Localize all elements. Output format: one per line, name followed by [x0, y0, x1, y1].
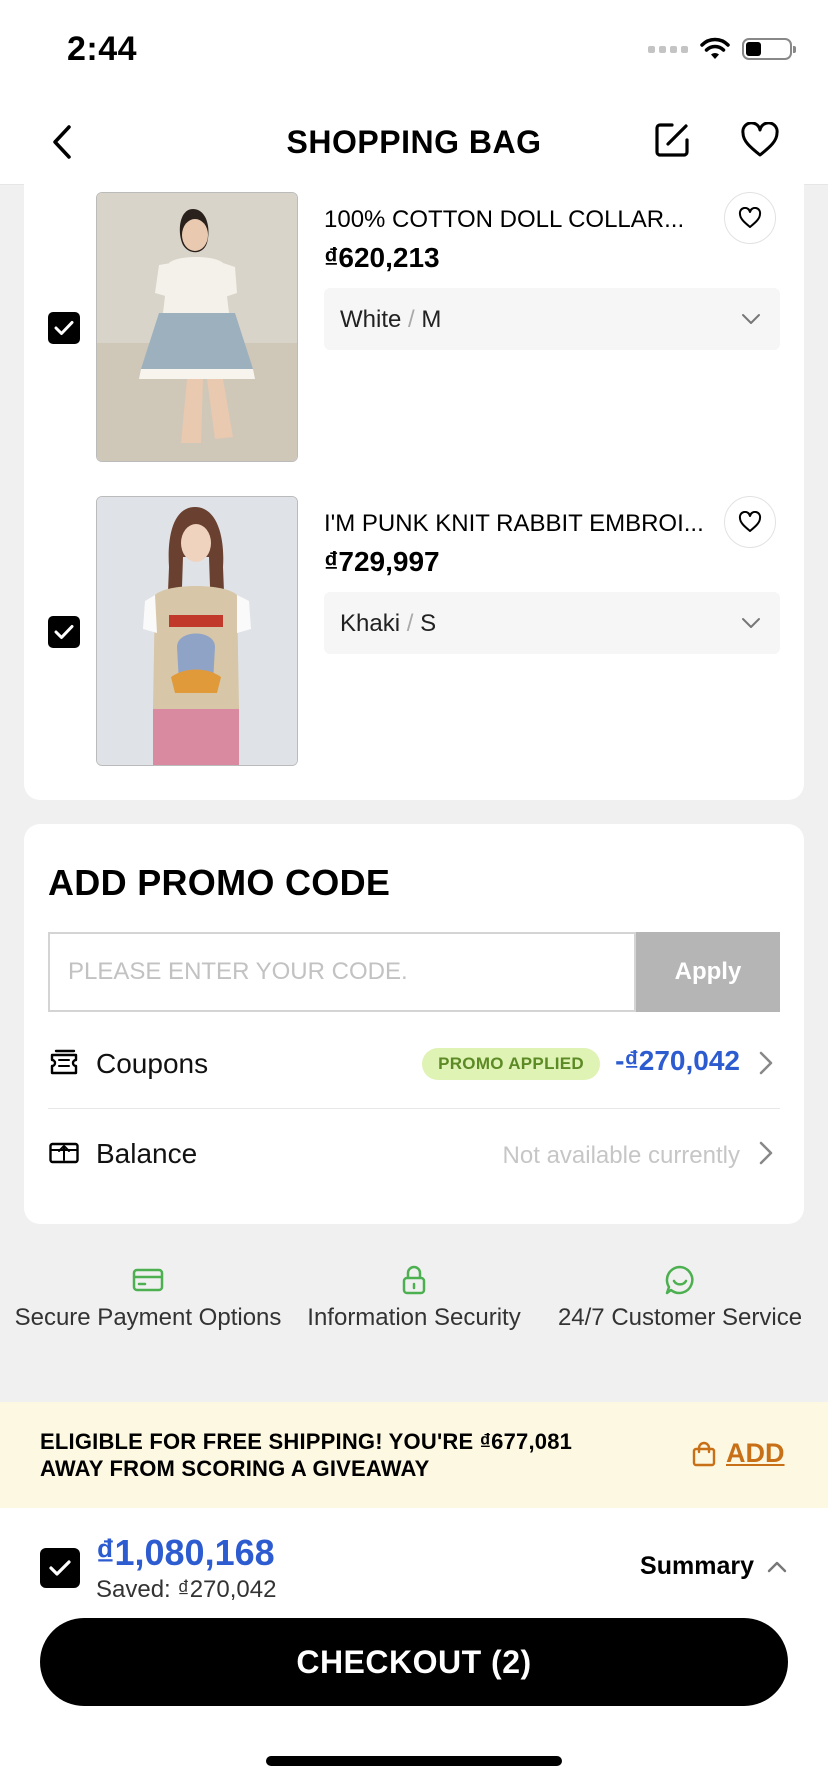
- battery-icon: [742, 38, 796, 60]
- wishlist-button[interactable]: [736, 116, 784, 164]
- chat-bubble-icon: [665, 1265, 694, 1295]
- product-price: ₫729,997: [324, 546, 440, 577]
- apply-button[interactable]: Apply: [636, 932, 780, 1012]
- coupon-discount: -₫270,042: [615, 1045, 740, 1076]
- item-checkbox[interactable]: [48, 312, 80, 344]
- edit-button[interactable]: [648, 116, 696, 164]
- product-price: ₫620,213: [324, 242, 440, 273]
- heart-icon: [738, 207, 762, 228]
- promo-code-input[interactable]: PLEASE ENTER YOUR CODE.: [48, 932, 636, 1012]
- promo-applied-badge: PROMO APPLIED: [422, 1048, 600, 1080]
- chevron-up-icon: [767, 1561, 787, 1572]
- assurance-label: 24/7 Customer Service: [557, 1304, 803, 1331]
- add-more-link[interactable]: ADD: [690, 1438, 785, 1469]
- page-title: SHOPPING BAG: [286, 124, 542, 160]
- promo-code-placeholder: PLEASE ENTER YOUR CODE.: [68, 958, 408, 985]
- wallet-icon: [49, 1142, 79, 1164]
- balance-value: Not available currently: [502, 1142, 740, 1169]
- saved-amount: Saved: ₫270,042: [96, 1576, 277, 1603]
- nav-bar: SHOPPING BAG: [0, 100, 828, 185]
- item-wishlist-button[interactable]: [724, 496, 776, 548]
- product-name[interactable]: 100% COTTON DOLL COLLAR...: [324, 206, 704, 234]
- product-image[interactable]: [96, 496, 298, 766]
- select-all-checkbox[interactable]: [40, 1548, 80, 1588]
- checkmark-icon: [49, 1560, 71, 1576]
- coupons-label: Coupons: [96, 1048, 209, 1079]
- product-photo-knit-vest-icon: [97, 497, 297, 765]
- cart-items-card: 100% COTTON DOLL COLLAR... ₫620,213 Whit…: [24, 184, 804, 800]
- checkmark-icon: [54, 321, 74, 335]
- assurance-secure-payment: Secure Payment Options: [10, 1262, 286, 1332]
- product-photo-cotton-top-icon: [97, 193, 297, 461]
- chevron-right-icon: [759, 1051, 773, 1075]
- product-image[interactable]: [96, 192, 298, 462]
- status-icons: [648, 36, 796, 62]
- cart-item: I'M PUNK KNIT RABBIT EMBROI... ₫729,997 …: [24, 496, 804, 768]
- coupons-row[interactable]: Coupons PROMO APPLIED -₫270,042: [48, 1018, 780, 1108]
- variant-value: Khaki / S: [340, 610, 437, 637]
- variant-dropdown[interactable]: Khaki / S: [324, 592, 780, 654]
- heart-icon: [741, 122, 779, 157]
- checkout-button[interactable]: CHECKOUT (2): [40, 1618, 788, 1706]
- summary-toggle[interactable]: Summary: [640, 1552, 788, 1581]
- credit-card-icon: [132, 1268, 164, 1292]
- checkmark-icon: [54, 625, 74, 639]
- wifi-icon: [700, 37, 730, 59]
- add-more-label: ADD: [726, 1438, 785, 1468]
- checkout-bar: ₫1,080,168 Saved: ₫270,042 Summary CHECK…: [0, 1508, 828, 1792]
- item-checkbox[interactable]: [48, 616, 80, 648]
- lock-icon: [402, 1265, 426, 1295]
- variant-dropdown[interactable]: White / M: [324, 288, 780, 350]
- chevron-down-icon: [742, 618, 760, 628]
- assurance-information-security: Information Security: [276, 1262, 552, 1332]
- chevron-down-icon: [742, 314, 760, 324]
- cart-item: 100% COTTON DOLL COLLAR... ₫620,213 Whit…: [24, 192, 804, 464]
- free-shipping-text: ELIGIBLE FOR FREE SHIPPING! YOU'RE ₫677,…: [40, 1429, 573, 1481]
- chevron-right-icon: [759, 1141, 773, 1165]
- summary-label: Summary: [640, 1552, 754, 1580]
- item-wishlist-button[interactable]: [724, 192, 776, 244]
- home-indicator: [266, 1756, 562, 1766]
- shopping-bag-icon: [692, 1441, 716, 1466]
- total-price: ₫1,080,168: [96, 1532, 275, 1573]
- variant-value: White / M: [340, 306, 442, 333]
- status-bar: 2:44: [0, 0, 828, 100]
- promo-title: ADD PROMO CODE: [48, 862, 391, 903]
- status-time: 2:44: [67, 30, 138, 68]
- edit-icon: [655, 123, 689, 157]
- assurance-label: Secure Payment Options: [14, 1304, 282, 1331]
- assurance-label: Information Security: [307, 1304, 521, 1331]
- cellular-signal-icon: [648, 45, 688, 53]
- promo-card: ADD PROMO CODE PLEASE ENTER YOUR CODE. A…: [24, 824, 804, 1224]
- balance-label: Balance: [96, 1138, 198, 1169]
- product-name[interactable]: I'M PUNK KNIT RABBIT EMBROI...: [324, 510, 704, 538]
- assurance-customer-service: 24/7 Customer Service: [542, 1262, 818, 1332]
- free-shipping-banner: ELIGIBLE FOR FREE SHIPPING! YOU'RE ₫677,…: [0, 1402, 828, 1508]
- balance-row[interactable]: Balance Not available currently: [48, 1108, 780, 1198]
- ticket-icon: [50, 1049, 78, 1075]
- heart-icon: [738, 511, 762, 532]
